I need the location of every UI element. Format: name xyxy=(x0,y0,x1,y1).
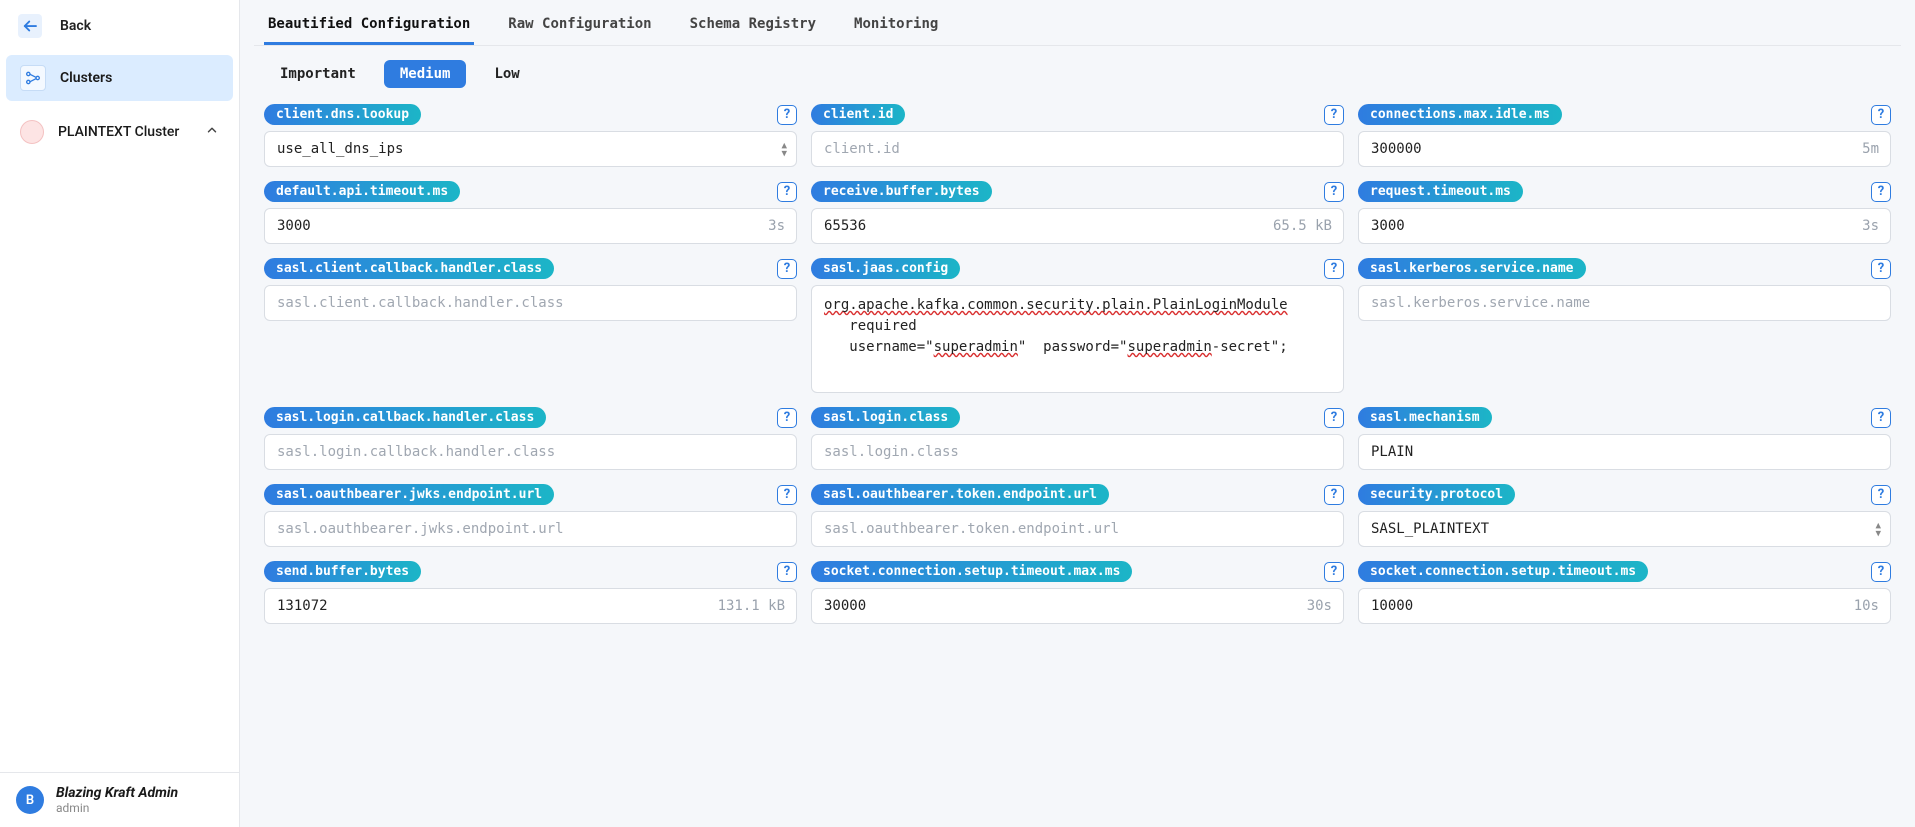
cfg-input-receive-buffer-bytes[interactable] xyxy=(811,208,1344,244)
cfg-sasl-login-callback-handler-class: sasl.login.callback.handler.class ? xyxy=(264,407,797,470)
cfg-key-label: sasl.jaas.config xyxy=(811,258,960,279)
cfg-key-label: default.api.timeout.ms xyxy=(264,181,460,202)
cfg-textarea-sasl-jaas-config[interactable]: org.apache.kafka.common.security.plain.P… xyxy=(811,285,1344,393)
cfg-connections-max-idle-ms: connections.max.idle.ms ? 5m xyxy=(1358,104,1891,167)
help-icon[interactable]: ? xyxy=(1871,408,1891,428)
cfg-send-buffer-bytes: send.buffer.bytes ? 131.1 kB xyxy=(264,561,797,624)
cfg-security-protocol: security.protocol ? ▴▾ xyxy=(1358,484,1891,547)
cfg-input-sasl-login-callback-handler-class[interactable] xyxy=(264,434,797,470)
help-icon[interactable]: ? xyxy=(1324,182,1344,202)
cfg-key-label: socket.connection.setup.timeout.ms xyxy=(1358,561,1648,582)
cfg-input-request-timeout-ms[interactable] xyxy=(1358,208,1891,244)
cfg-key-label: receive.buffer.bytes xyxy=(811,181,992,202)
help-icon[interactable]: ? xyxy=(1324,562,1344,582)
cfg-sasl-kerberos-service-name: sasl.kerberos.service.name ? xyxy=(1358,258,1891,393)
help-icon[interactable]: ? xyxy=(777,105,797,125)
cfg-key-label: send.buffer.bytes xyxy=(264,561,421,582)
cfg-request-timeout-ms: request.timeout.ms ? 3s xyxy=(1358,181,1891,244)
cfg-input-sasl-login-class[interactable] xyxy=(811,434,1344,470)
help-icon[interactable]: ? xyxy=(777,562,797,582)
cfg-input-sasl-kerberos-service-name[interactable] xyxy=(1358,285,1891,321)
cfg-sasl-oauthbearer-token-endpoint-url: sasl.oauthbearer.token.endpoint.url ? xyxy=(811,484,1344,547)
help-icon[interactable]: ? xyxy=(777,408,797,428)
cluster-icon xyxy=(20,65,46,91)
tab-schema-registry[interactable]: Schema Registry xyxy=(686,6,820,45)
cfg-socket-connection-setup-timeout-ms: socket.connection.setup.timeout.ms ? 10s xyxy=(1358,561,1891,624)
cfg-key-label: sasl.login.callback.handler.class xyxy=(264,407,546,428)
chevron-up-icon xyxy=(205,123,219,141)
help-icon[interactable]: ? xyxy=(777,259,797,279)
cfg-key-label: sasl.mechanism xyxy=(1358,407,1492,428)
help-icon[interactable]: ? xyxy=(1871,105,1891,125)
importance-important[interactable]: Important xyxy=(264,60,372,88)
main-tabs: Beautified Configuration Raw Configurati… xyxy=(254,0,1901,46)
cfg-key-label: sasl.oauthbearer.jwks.endpoint.url xyxy=(264,484,554,505)
cfg-socket-connection-setup-timeout-max-ms: socket.connection.setup.timeout.max.ms ?… xyxy=(811,561,1344,624)
back-button[interactable]: Back xyxy=(0,0,239,52)
user-role: admin xyxy=(56,801,178,815)
cfg-input-connections-max-idle-ms[interactable] xyxy=(1358,131,1891,167)
importance-medium[interactable]: Medium xyxy=(384,60,467,88)
cfg-sasl-login-class: sasl.login.class ? xyxy=(811,407,1344,470)
sidebar-item-clusters[interactable]: Clusters xyxy=(6,55,233,101)
tab-raw-configuration[interactable]: Raw Configuration xyxy=(504,6,655,45)
avatar: B xyxy=(16,786,44,814)
cluster-name-label: PLAINTEXT Cluster xyxy=(58,124,191,140)
cfg-key-label: socket.connection.setup.timeout.max.ms xyxy=(811,561,1132,582)
help-icon[interactable]: ? xyxy=(1324,105,1344,125)
cfg-input-socket-connection-setup-timeout-max-ms[interactable] xyxy=(811,588,1344,624)
cfg-select-security-protocol[interactable] xyxy=(1358,511,1891,547)
cfg-client-id: client.id ? xyxy=(811,104,1344,167)
cfg-key-label: connections.max.idle.ms xyxy=(1358,104,1562,125)
cfg-default-api-timeout-ms: default.api.timeout.ms ? 3s xyxy=(264,181,797,244)
cfg-key-label: sasl.oauthbearer.token.endpoint.url xyxy=(811,484,1109,505)
cluster-status-dot-icon xyxy=(20,120,44,144)
cfg-input-sasl-mechanism[interactable] xyxy=(1358,434,1891,470)
help-icon[interactable]: ? xyxy=(1871,259,1891,279)
importance-filter: Important Medium Low xyxy=(254,46,1901,104)
cluster-item[interactable]: PLAINTEXT Cluster xyxy=(6,110,233,154)
cfg-input-sasl-oauthbearer-jwks-endpoint-url[interactable] xyxy=(264,511,797,547)
cfg-key-label: client.dns.lookup xyxy=(264,104,421,125)
help-icon[interactable]: ? xyxy=(1324,259,1344,279)
cfg-sasl-jaas-config: sasl.jaas.config ? org.apache.kafka.comm… xyxy=(811,258,1344,393)
cfg-client-dns-lookup: client.dns.lookup ? ▴▾ xyxy=(264,104,797,167)
help-icon[interactable]: ? xyxy=(777,485,797,505)
cfg-input-sasl-client-callback-handler-class[interactable] xyxy=(264,285,797,321)
cfg-sasl-mechanism: sasl.mechanism ? xyxy=(1358,407,1891,470)
sidebar: Back Clusters PLAINTEXT Cluster B Blazin… xyxy=(0,0,240,827)
cfg-key-label: client.id xyxy=(811,104,905,125)
tab-monitoring[interactable]: Monitoring xyxy=(850,6,942,45)
back-arrow-icon xyxy=(18,14,42,38)
back-label: Back xyxy=(60,18,91,34)
cfg-input-send-buffer-bytes[interactable] xyxy=(264,588,797,624)
cfg-input-sasl-oauthbearer-token-endpoint-url[interactable] xyxy=(811,511,1344,547)
help-icon[interactable]: ? xyxy=(1324,408,1344,428)
help-icon[interactable]: ? xyxy=(1871,562,1891,582)
help-icon[interactable]: ? xyxy=(1871,485,1891,505)
user-name: Blazing Kraft Admin xyxy=(56,785,178,801)
help-icon[interactable]: ? xyxy=(777,182,797,202)
cfg-input-client-id[interactable] xyxy=(811,131,1344,167)
main-content: Beautified Configuration Raw Configurati… xyxy=(240,0,1915,827)
importance-low[interactable]: Low xyxy=(478,60,535,88)
tab-beautified-configuration[interactable]: Beautified Configuration xyxy=(264,6,474,45)
help-icon[interactable]: ? xyxy=(1324,485,1344,505)
cfg-sasl-client-callback-handler-class: sasl.client.callback.handler.class ? xyxy=(264,258,797,393)
user-footer[interactable]: B Blazing Kraft Admin admin xyxy=(0,772,239,827)
cfg-sasl-oauthbearer-jwks-endpoint-url: sasl.oauthbearer.jwks.endpoint.url ? xyxy=(264,484,797,547)
cfg-key-label: sasl.kerberos.service.name xyxy=(1358,258,1586,279)
cfg-key-label: security.protocol xyxy=(1358,484,1515,505)
help-icon[interactable]: ? xyxy=(1871,182,1891,202)
cfg-input-socket-connection-setup-timeout-ms[interactable] xyxy=(1358,588,1891,624)
cfg-select-client-dns-lookup[interactable] xyxy=(264,131,797,167)
cfg-key-label: sasl.login.class xyxy=(811,407,960,428)
cfg-key-label: sasl.client.callback.handler.class xyxy=(264,258,554,279)
config-grid: client.dns.lookup ? ▴▾ client.id ? conne… xyxy=(254,104,1901,624)
cfg-receive-buffer-bytes: receive.buffer.bytes ? 65.5 kB xyxy=(811,181,1344,244)
cfg-key-label: request.timeout.ms xyxy=(1358,181,1523,202)
sidebar-item-label: Clusters xyxy=(60,70,112,86)
cfg-input-default-api-timeout-ms[interactable] xyxy=(264,208,797,244)
